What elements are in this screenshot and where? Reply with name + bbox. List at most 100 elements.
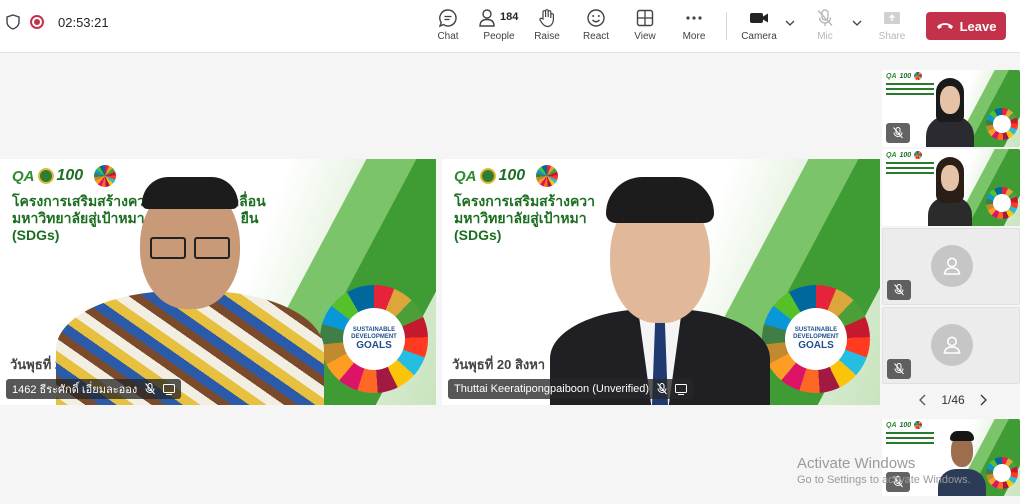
video-tile-side-4[interactable] <box>882 307 1020 384</box>
mic-label: Mic <box>817 31 833 42</box>
sdg-wheel-center <box>993 464 1011 482</box>
participant-head <box>940 86 960 114</box>
mic-off-icon <box>893 127 903 139</box>
participant-name-tag: Thuttai Keeratipongpaiboon (Unverified) <box>448 379 694 399</box>
anniversary-logo: 100 <box>899 72 912 80</box>
sdg-text-2: DEVELOPMENT <box>351 333 397 340</box>
qa-logo: QA <box>886 151 897 159</box>
sdg-wheel-icon <box>986 187 1018 219</box>
video-tile-main-left[interactable]: QA 100 โครงการเสริมสร้างควา เคลื่อน มหาวิ… <box>0 159 436 405</box>
mic-button[interactable]: Mic <box>800 8 850 48</box>
video-tile-side-3[interactable] <box>882 228 1020 305</box>
sdg-wheel-icon <box>986 108 1018 140</box>
page-indicator: 1/46 <box>941 393 965 407</box>
sdg-logo-icon <box>914 151 923 159</box>
participant-video-left <box>50 159 330 405</box>
participant-hair <box>606 177 714 223</box>
participant-video-side-2 <box>928 157 972 226</box>
participant-video-right <box>550 159 770 405</box>
participant-name-tag: 1462 ธีระศักดิ์ เอี่ยมละออง <box>6 379 182 399</box>
camera-button[interactable]: Camera <box>734 8 784 48</box>
slide-logos: QA 100 <box>454 165 559 187</box>
grid-view-icon <box>636 9 654 27</box>
camera-icon <box>750 13 768 23</box>
qa-logo: QA <box>886 421 897 429</box>
video-tile-side-2[interactable]: QA 100 <box>882 149 1020 226</box>
avatar <box>931 324 973 366</box>
screen-share-icon <box>675 383 688 395</box>
qa-logo: QA <box>454 167 477 185</box>
leave-button[interactable]: Leave <box>926 12 1006 40</box>
mic-off-icon <box>145 383 156 395</box>
participant-glasses <box>150 237 186 259</box>
previous-page-chevron-left-icon[interactable] <box>918 394 928 406</box>
react-button[interactable]: React <box>571 8 621 48</box>
sdg-wheel-icon <box>986 457 1018 489</box>
participant-head <box>941 165 959 191</box>
share-icon <box>884 12 900 24</box>
slide-date: วันพุธที่ 20 สิงหา <box>452 357 546 372</box>
react-label: React <box>582 31 610 42</box>
participant-video-side-1 <box>926 76 974 147</box>
camera-label: Camera <box>741 31 777 42</box>
avatar <box>931 245 973 287</box>
mic-off-icon <box>894 363 904 375</box>
gallery-pager: 1/46 <box>918 393 988 407</box>
person-avatar-icon <box>943 336 961 354</box>
watermark-subtitle: Go to Settings to activate Windows. <box>797 474 971 486</box>
mic-off-icon <box>817 9 833 26</box>
chat-icon <box>438 9 457 28</box>
sdg-wheel-center <box>993 194 1011 212</box>
more-button[interactable]: More <box>669 8 719 48</box>
slide-title-thumbnail <box>886 162 934 176</box>
camera-options-chevron-down-icon[interactable] <box>785 18 795 28</box>
side-tile-mic-status <box>886 123 910 143</box>
participant-glasses <box>194 237 230 259</box>
people-button[interactable]: 184 People <box>472 8 526 48</box>
people-count: 184 <box>500 11 519 23</box>
shield-icon <box>6 14 20 30</box>
toolbar-divider <box>726 12 727 40</box>
participant-hair <box>950 431 974 441</box>
react-icon <box>587 9 605 27</box>
university-seal-icon <box>479 168 496 184</box>
raise-hand-icon <box>539 9 554 28</box>
participant-name: Thuttai Keeratipongpaiboon (Unverified) <box>454 383 650 395</box>
sdg-wheel-icon: SUSTAINABLE DEVELOPMENT GOALS <box>320 285 428 393</box>
meeting-timer: 02:53:21 <box>58 14 109 30</box>
next-page-chevron-right-icon[interactable] <box>978 394 988 406</box>
anniversary-logo: 100 <box>899 421 912 429</box>
chat-label: Chat <box>437 31 459 42</box>
video-tile-main-right[interactable]: QA 100 โครงการเสริมสร้างควาเคลื่อน มหาวิ… <box>442 159 880 405</box>
more-label: More <box>682 31 706 42</box>
people-label: People <box>483 31 515 42</box>
participant-hair <box>142 177 238 209</box>
sdg-wheel-icon: SUSTAINABLE DEVELOPMENT GOALS <box>762 285 870 393</box>
recording-icon <box>30 15 44 29</box>
meeting-toolbar: 02:53:21 Chat 184 People Raise React Vie… <box>0 0 1020 53</box>
side-tile-mic-status <box>887 359 911 379</box>
sdg-text-3: GOALS <box>356 340 392 352</box>
hang-up-icon <box>936 23 953 29</box>
slide-title-thumbnail <box>886 432 934 446</box>
slide-logos: QA 100 <box>886 421 923 429</box>
activate-windows-watermark: Activate Windows Go to Settings to activ… <box>797 455 971 486</box>
anniversary-logo: 100 <box>899 151 912 159</box>
qa-logo: QA <box>12 167 35 185</box>
more-icon <box>686 16 702 20</box>
leave-label: Leave <box>959 18 997 34</box>
view-button[interactable]: View <box>620 8 670 48</box>
person-avatar-icon <box>943 257 961 275</box>
share-button[interactable]: Share <box>867 8 917 48</box>
side-tile-mic-status <box>887 280 911 300</box>
anniversary-logo: 100 <box>498 167 526 184</box>
sdg-wheel-center: SUSTAINABLE DEVELOPMENT GOALS <box>785 308 847 370</box>
video-tile-side-1[interactable]: QA 100 <box>882 70 1020 147</box>
slide-logos: QA 100 <box>886 151 923 159</box>
mic-options-chevron-down-icon[interactable] <box>852 18 862 28</box>
raise-hand-button[interactable]: Raise <box>522 8 572 48</box>
raise-label: Raise <box>534 31 560 42</box>
view-label: View <box>634 31 656 42</box>
chat-button[interactable]: Chat <box>423 8 473 48</box>
sdg-text-2: DEVELOPMENT <box>793 333 839 340</box>
